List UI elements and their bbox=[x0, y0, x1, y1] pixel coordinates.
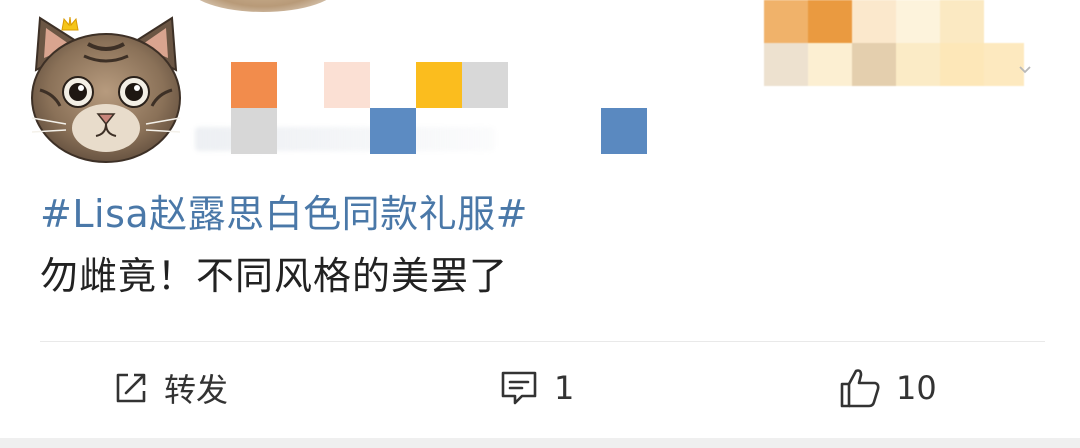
repost-label: 转发 bbox=[164, 371, 229, 409]
mosaic-block bbox=[231, 108, 277, 154]
crown-badge-icon bbox=[60, 14, 80, 34]
chevron-down-icon[interactable] bbox=[1017, 62, 1033, 78]
thumbs-up-icon bbox=[838, 366, 882, 410]
mosaic-block bbox=[462, 62, 508, 108]
mosaic-block bbox=[601, 108, 647, 154]
post-body-text: 勿雌竟！不同风格的美罢了 bbox=[40, 254, 509, 298]
topic-hashtag-link[interactable]: #Lisa赵露思白色同款礼服# bbox=[40, 190, 528, 238]
mosaic-block bbox=[370, 108, 416, 154]
divider bbox=[40, 341, 1045, 342]
like-button[interactable]: 10 bbox=[838, 362, 937, 414]
partial-image-thumbnail[interactable] bbox=[188, 0, 338, 12]
avatar[interactable] bbox=[26, 10, 186, 170]
mosaic-block bbox=[416, 62, 462, 108]
comment-count: 1 bbox=[554, 369, 575, 407]
like-count: 10 bbox=[896, 369, 937, 407]
comment-bubble-icon bbox=[498, 368, 540, 408]
share-square-icon bbox=[112, 369, 150, 407]
mosaic-block bbox=[231, 62, 277, 108]
card-separator bbox=[0, 438, 1080, 448]
weibo-post-card: #Lisa赵露思白色同款礼服# 勿雌竟！不同风格的美罢了 转发 1 10 bbox=[0, 0, 1080, 438]
mosaic-block bbox=[324, 62, 370, 108]
comment-button[interactable]: 1 bbox=[498, 362, 574, 414]
repost-button[interactable]: 转发 bbox=[112, 362, 228, 414]
obscured-follow-area bbox=[764, 0, 1044, 86]
